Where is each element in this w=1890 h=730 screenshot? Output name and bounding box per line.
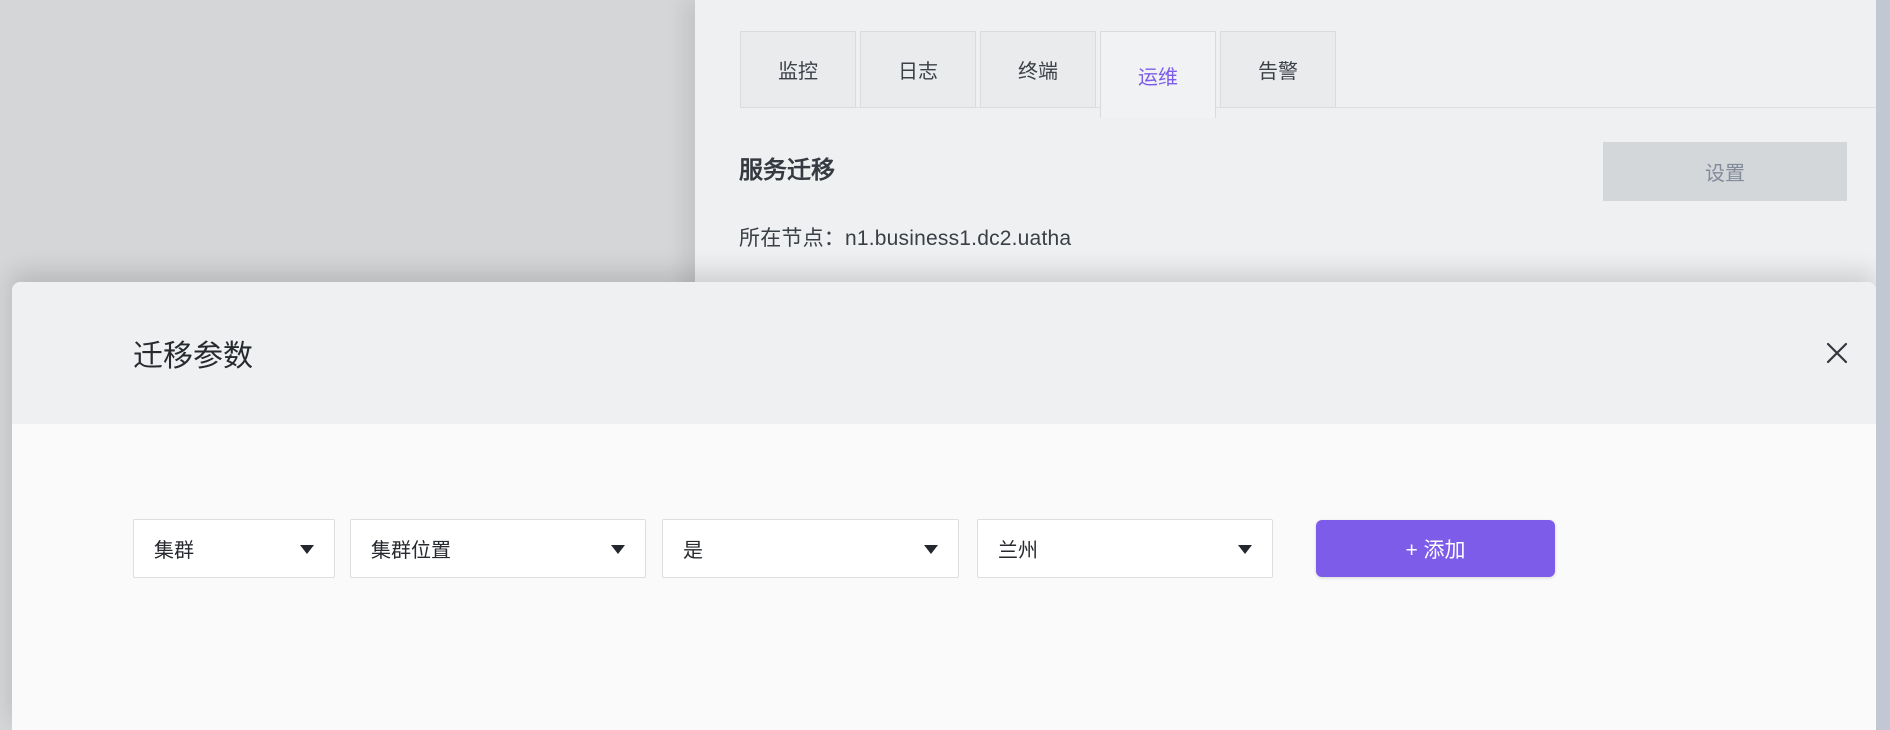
migration-params-modal: 迁移参数 集群 集群位置	[12, 282, 1876, 730]
chevron-down-icon	[1238, 545, 1252, 554]
criteria-target-select[interactable]: 兰州	[977, 519, 1273, 578]
criteria-type-select[interactable]: 集群	[133, 519, 335, 578]
chevron-down-icon	[611, 545, 625, 554]
modal-title: 迁移参数	[133, 282, 253, 424]
settings-button[interactable]: 设置	[1603, 142, 1847, 201]
tab-monitoring[interactable]: 监控	[740, 31, 856, 108]
criteria-operator-value: 是	[683, 534, 703, 563]
scrollbar[interactable]	[1876, 0, 1890, 730]
migration-criteria-row: 集群 集群位置 是 兰州 + 添加	[133, 519, 1555, 578]
criteria-operator-select[interactable]: 是	[662, 519, 959, 578]
modal-header: 迁移参数	[12, 282, 1876, 424]
criteria-type-value: 集群	[154, 534, 194, 563]
modal-body: 集群 集群位置 是 兰州 + 添加	[12, 424, 1876, 730]
close-icon	[1825, 341, 1849, 368]
detail-tab-bar: 监控 日志 终端 运维 告警	[740, 31, 1336, 118]
add-criteria-button[interactable]: + 添加	[1316, 520, 1555, 577]
current-node-line: 所在节点：n1.business1.dc2.uatha	[739, 222, 1071, 252]
criteria-attribute-select[interactable]: 集群位置	[350, 519, 646, 578]
close-button[interactable]	[1824, 341, 1850, 367]
screen: 监控 日志 终端 运维 告警 服务迁移 设置 所在节点：n1.business1…	[0, 0, 1890, 730]
chevron-down-icon	[300, 545, 314, 554]
criteria-attribute-value: 集群位置	[371, 534, 451, 563]
service-migration-heading: 服务迁移	[739, 150, 835, 185]
current-node-value: n1.business1.dc2.uatha	[845, 227, 1071, 250]
current-node-label: 所在节点：	[739, 227, 845, 250]
tab-logs[interactable]: 日志	[860, 31, 976, 108]
criteria-target-value: 兰州	[998, 534, 1038, 563]
chevron-down-icon	[924, 545, 938, 554]
tab-operations[interactable]: 运维	[1100, 31, 1216, 118]
tab-alerts[interactable]: 告警	[1220, 31, 1336, 108]
tab-terminal[interactable]: 终端	[980, 31, 1096, 108]
